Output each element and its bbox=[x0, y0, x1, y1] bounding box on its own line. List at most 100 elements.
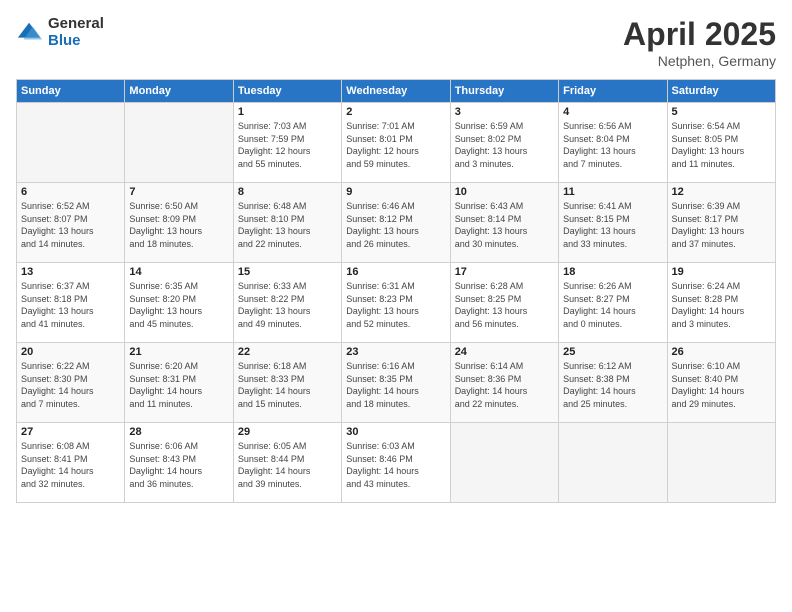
day-number: 2 bbox=[346, 106, 445, 118]
day-number: 6 bbox=[21, 186, 120, 198]
calendar-body: 1 Sunrise: 7:03 AM Sunset: 7:59 PM Daylig… bbox=[17, 103, 776, 503]
day-info: Sunrise: 6:31 AM Sunset: 8:23 PM Dayligh… bbox=[346, 280, 445, 330]
col-friday: Friday bbox=[559, 80, 667, 103]
col-thursday: Thursday bbox=[450, 80, 558, 103]
calendar-cell: 14 Sunrise: 6:35 AM Sunset: 8:20 PM Dayli… bbox=[125, 263, 233, 343]
col-wednesday: Wednesday bbox=[342, 80, 450, 103]
day-info: Sunrise: 6:35 AM Sunset: 8:20 PM Dayligh… bbox=[129, 280, 228, 330]
day-info: Sunrise: 6:50 AM Sunset: 8:09 PM Dayligh… bbox=[129, 200, 228, 250]
day-info: Sunrise: 6:16 AM Sunset: 8:35 PM Dayligh… bbox=[346, 360, 445, 410]
calendar-cell: 24 Sunrise: 6:14 AM Sunset: 8:36 PM Dayli… bbox=[450, 343, 558, 423]
day-number: 17 bbox=[455, 266, 554, 278]
day-info: Sunrise: 6:43 AM Sunset: 8:14 PM Dayligh… bbox=[455, 200, 554, 250]
calendar-cell: 6 Sunrise: 6:52 AM Sunset: 8:07 PM Daylig… bbox=[17, 183, 125, 263]
day-info: Sunrise: 6:59 AM Sunset: 8:02 PM Dayligh… bbox=[455, 120, 554, 170]
calendar-cell: 29Sunrise: 6:05 AM Sunset: 8:44 PM Dayli… bbox=[233, 423, 341, 503]
col-saturday: Saturday bbox=[667, 80, 775, 103]
day-info: Sunrise: 6:33 AM Sunset: 8:22 PM Dayligh… bbox=[238, 280, 337, 330]
title-location: Netphen, Germany bbox=[623, 53, 776, 69]
day-number: 10 bbox=[455, 186, 554, 198]
day-number: 22 bbox=[238, 346, 337, 358]
calendar-cell: 2 Sunrise: 7:01 AM Sunset: 8:01 PM Daylig… bbox=[342, 103, 450, 183]
day-number: 14 bbox=[129, 266, 228, 278]
page: General Blue April 2025 Netphen, Germany… bbox=[0, 0, 792, 612]
calendar-cell: 15 Sunrise: 6:33 AM Sunset: 8:22 PM Dayli… bbox=[233, 263, 341, 343]
day-info: Sunrise: 6:22 AM Sunset: 8:30 PM Dayligh… bbox=[21, 360, 120, 410]
day-info: Sunrise: 6:54 AM Sunset: 8:05 PM Dayligh… bbox=[672, 120, 771, 170]
day-number: 4 bbox=[563, 106, 662, 118]
calendar-cell: 16 Sunrise: 6:31 AM Sunset: 8:23 PM Dayli… bbox=[342, 263, 450, 343]
calendar-cell: 12 Sunrise: 6:39 AM Sunset: 8:17 PM Dayli… bbox=[667, 183, 775, 263]
day-info: Sunrise: 6:48 AM Sunset: 8:10 PM Dayligh… bbox=[238, 200, 337, 250]
day-number: 28 bbox=[129, 426, 228, 438]
calendar-cell: 21Sunrise: 6:20 AM Sunset: 8:31 PM Dayli… bbox=[125, 343, 233, 423]
calendar-cell: 30 Sunrise: 6:03 AM Sunset: 8:46 PM Dayli… bbox=[342, 423, 450, 503]
calendar-cell: 20Sunrise: 6:22 AM Sunset: 8:30 PM Dayli… bbox=[17, 343, 125, 423]
day-number: 5 bbox=[672, 106, 771, 118]
col-sunday: Sunday bbox=[17, 80, 125, 103]
day-info: Sunrise: 6:39 AM Sunset: 8:17 PM Dayligh… bbox=[672, 200, 771, 250]
calendar-cell: 23 Sunrise: 6:16 AM Sunset: 8:35 PM Dayli… bbox=[342, 343, 450, 423]
day-info: Sunrise: 6:37 AM Sunset: 8:18 PM Dayligh… bbox=[21, 280, 120, 330]
day-info: Sunrise: 6:08 AM Sunset: 8:41 PM Dayligh… bbox=[21, 440, 120, 490]
day-number: 24 bbox=[455, 346, 554, 358]
day-info: Sunrise: 7:03 AM Sunset: 7:59 PM Dayligh… bbox=[238, 120, 337, 170]
day-info: Sunrise: 6:12 AM Sunset: 8:38 PM Dayligh… bbox=[563, 360, 662, 410]
day-number: 23 bbox=[346, 346, 445, 358]
calendar-cell: 9 Sunrise: 6:46 AM Sunset: 8:12 PM Daylig… bbox=[342, 183, 450, 263]
calendar-cell: 25 Sunrise: 6:12 AM Sunset: 8:38 PM Dayli… bbox=[559, 343, 667, 423]
day-number: 25 bbox=[563, 346, 662, 358]
day-number: 11 bbox=[563, 186, 662, 198]
day-number: 1 bbox=[238, 106, 337, 118]
calendar-table: Sunday Monday Tuesday Wednesday Thursday… bbox=[16, 79, 776, 503]
col-monday: Monday bbox=[125, 80, 233, 103]
logo-blue: Blue bbox=[48, 33, 104, 50]
day-number: 12 bbox=[672, 186, 771, 198]
day-info: Sunrise: 6:06 AM Sunset: 8:43 PM Dayligh… bbox=[129, 440, 228, 490]
day-info: Sunrise: 6:41 AM Sunset: 8:15 PM Dayligh… bbox=[563, 200, 662, 250]
title-block: April 2025 Netphen, Germany bbox=[623, 16, 776, 69]
day-info: Sunrise: 6:46 AM Sunset: 8:12 PM Dayligh… bbox=[346, 200, 445, 250]
day-number: 30 bbox=[346, 426, 445, 438]
calendar-cell: 5 Sunrise: 6:54 AM Sunset: 8:05 PM Daylig… bbox=[667, 103, 775, 183]
day-number: 16 bbox=[346, 266, 445, 278]
day-info: Sunrise: 6:20 AM Sunset: 8:31 PM Dayligh… bbox=[129, 360, 228, 410]
day-number: 3 bbox=[455, 106, 554, 118]
logo-general: General bbox=[48, 16, 104, 33]
day-number: 27 bbox=[21, 426, 120, 438]
calendar-cell bbox=[667, 423, 775, 503]
day-info: Sunrise: 6:14 AM Sunset: 8:36 PM Dayligh… bbox=[455, 360, 554, 410]
calendar-week-2: 13Sunrise: 6:37 AM Sunset: 8:18 PM Dayli… bbox=[17, 263, 776, 343]
calendar-cell: 4Sunrise: 6:56 AM Sunset: 8:04 PM Daylig… bbox=[559, 103, 667, 183]
weekday-row: Sunday Monday Tuesday Wednesday Thursday… bbox=[17, 80, 776, 103]
day-info: Sunrise: 6:10 AM Sunset: 8:40 PM Dayligh… bbox=[672, 360, 771, 410]
calendar-cell bbox=[559, 423, 667, 503]
calendar-cell: 7 Sunrise: 6:50 AM Sunset: 8:09 PM Daylig… bbox=[125, 183, 233, 263]
calendar-cell: 28 Sunrise: 6:06 AM Sunset: 8:43 PM Dayli… bbox=[125, 423, 233, 503]
day-number: 9 bbox=[346, 186, 445, 198]
calendar-cell: 22Sunrise: 6:18 AM Sunset: 8:33 PM Dayli… bbox=[233, 343, 341, 423]
day-number: 29 bbox=[238, 426, 337, 438]
day-number: 26 bbox=[672, 346, 771, 358]
calendar-cell: 8 Sunrise: 6:48 AM Sunset: 8:10 PM Daylig… bbox=[233, 183, 341, 263]
day-number: 8 bbox=[238, 186, 337, 198]
title-month: April 2025 bbox=[623, 16, 776, 53]
day-info: Sunrise: 6:52 AM Sunset: 8:07 PM Dayligh… bbox=[21, 200, 120, 250]
calendar-cell: 10 Sunrise: 6:43 AM Sunset: 8:14 PM Dayli… bbox=[450, 183, 558, 263]
calendar-cell: 3 Sunrise: 6:59 AM Sunset: 8:02 PM Daylig… bbox=[450, 103, 558, 183]
day-info: Sunrise: 6:03 AM Sunset: 8:46 PM Dayligh… bbox=[346, 440, 445, 490]
calendar-header: Sunday Monday Tuesday Wednesday Thursday… bbox=[17, 80, 776, 103]
day-info: Sunrise: 6:26 AM Sunset: 8:27 PM Dayligh… bbox=[563, 280, 662, 330]
calendar-cell: 26 Sunrise: 6:10 AM Sunset: 8:40 PM Dayli… bbox=[667, 343, 775, 423]
day-info: Sunrise: 6:28 AM Sunset: 8:25 PM Dayligh… bbox=[455, 280, 554, 330]
day-number: 7 bbox=[129, 186, 228, 198]
day-number: 18 bbox=[563, 266, 662, 278]
calendar-cell bbox=[450, 423, 558, 503]
day-number: 15 bbox=[238, 266, 337, 278]
day-info: Sunrise: 7:01 AM Sunset: 8:01 PM Dayligh… bbox=[346, 120, 445, 170]
calendar-week-1: 6 Sunrise: 6:52 AM Sunset: 8:07 PM Daylig… bbox=[17, 183, 776, 263]
day-number: 19 bbox=[672, 266, 771, 278]
day-info: Sunrise: 6:24 AM Sunset: 8:28 PM Dayligh… bbox=[672, 280, 771, 330]
calendar-cell: 13Sunrise: 6:37 AM Sunset: 8:18 PM Dayli… bbox=[17, 263, 125, 343]
calendar-cell bbox=[125, 103, 233, 183]
